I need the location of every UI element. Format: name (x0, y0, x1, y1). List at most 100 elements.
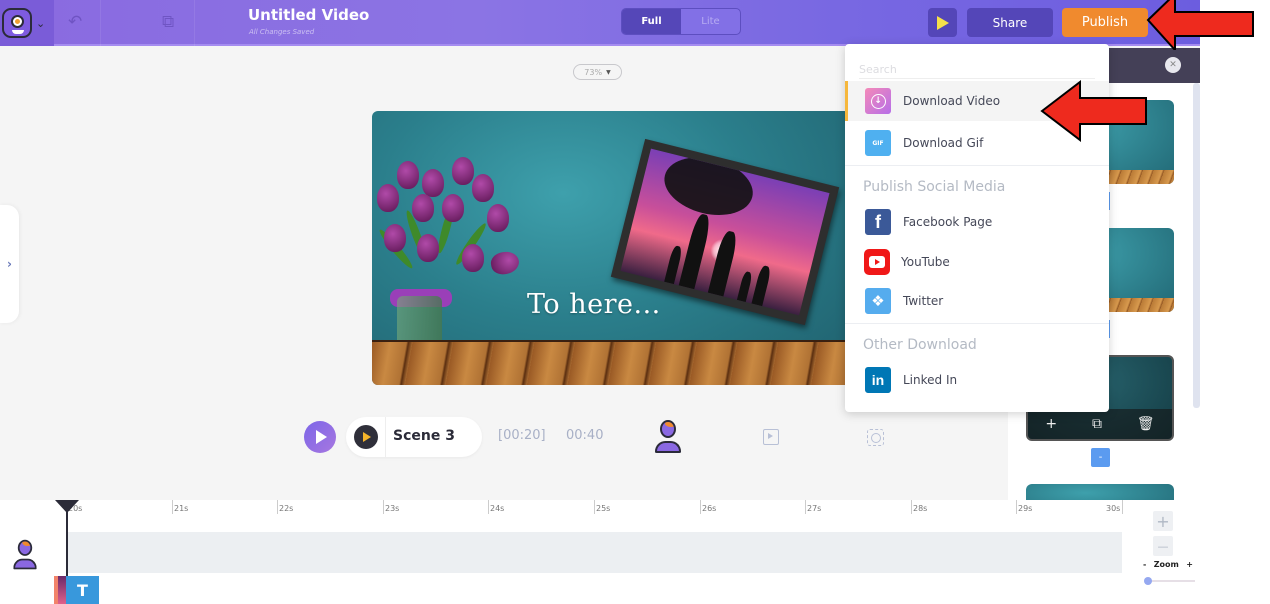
play-icon (316, 430, 327, 444)
left-panel-toggle[interactable]: › (0, 205, 19, 323)
menu-item-label: Linked In (903, 373, 958, 387)
add-scene-icon[interactable]: + (1045, 416, 1057, 432)
preview-play-button[interactable] (928, 8, 957, 37)
publish-search-input[interactable] (859, 61, 1095, 79)
timeline-zoom-label: - Zoom + (1143, 560, 1193, 569)
mode-lite-button[interactable]: Lite (681, 9, 740, 34)
ruler-tick (383, 500, 384, 514)
scene-time: [00:20] (498, 428, 546, 443)
ruler-tick (488, 500, 489, 514)
camera-focus-icon[interactable] (867, 429, 884, 446)
timeline-zoom-in-button[interactable]: + (1153, 511, 1173, 531)
app-root: ⌄ ↶ ⧉ Untitled Video All Changes Saved F… (0, 0, 1200, 604)
download-gif-icon: GIF (865, 130, 891, 156)
section-other-download: Other Download (863, 337, 977, 353)
ruler-tick-label: 25s (596, 504, 611, 513)
menu-item-label: Twitter (903, 294, 944, 308)
top-header: ⌄ ↶ ⧉ Untitled Video All Changes Saved F… (0, 0, 1200, 46)
annotation-arrow-publish (1146, 0, 1254, 50)
menu-divider (845, 165, 1109, 166)
menu-item-twitter[interactable]: ❖ Twitter (845, 281, 1109, 321)
close-icon[interactable]: ✕ (1165, 57, 1181, 73)
ruler-tick-label: 21s (174, 504, 189, 513)
total-time: 00:40 (566, 428, 604, 443)
menu-item-facebook[interactable]: f Facebook Page (845, 202, 1109, 242)
ruler-tick (594, 500, 595, 514)
canvas-zoom-select[interactable]: 73% ▼ (573, 64, 622, 80)
scene-canvas[interactable]: To here... (372, 111, 850, 385)
menu-item-youtube[interactable]: YouTube (845, 242, 1109, 282)
duplicate-icon[interactable]: ⧉ (162, 12, 174, 32)
header-divider (194, 0, 195, 46)
ruler-tick-label: 28s (913, 504, 928, 513)
add-transition-button[interactable]: - (1091, 448, 1110, 467)
annotation-arrow-download (1040, 80, 1147, 142)
ruler-tick-label: 29s (1018, 504, 1033, 513)
save-status: All Changes Saved (249, 28, 315, 36)
ruler-tick-label: 26s (702, 504, 717, 513)
wooden-floor (372, 340, 850, 385)
video-clip-icon[interactable] (763, 429, 779, 445)
play-all-button[interactable] (304, 421, 336, 453)
play-scene-button[interactable] (354, 425, 378, 449)
scene-selector[interactable]: Scene 3 (346, 417, 482, 457)
share-button[interactable]: Share (967, 8, 1053, 37)
character-icon[interactable] (654, 420, 682, 454)
download-video-icon: ↓ (865, 88, 891, 114)
facebook-icon: f (865, 209, 891, 235)
ruler-tick (172, 500, 173, 514)
zoom-minus-label: - (1143, 560, 1147, 569)
ruler-tick-label: 22s (279, 504, 294, 513)
divider (385, 417, 386, 457)
character-track-icon (12, 539, 37, 571)
ruler-tick (277, 500, 278, 514)
menu-item-label: Download Video (903, 94, 1001, 108)
ruler-tick-label: 27s (807, 504, 822, 513)
caret-down-icon: ▼ (606, 68, 611, 76)
header-divider (100, 0, 101, 46)
ruler-tick-label: 23s (385, 504, 400, 513)
undo-icon[interactable]: ↶ (68, 12, 82, 32)
delete-scene-icon[interactable]: 🗑 (1137, 416, 1155, 432)
menu-divider (845, 323, 1109, 324)
publish-button[interactable]: Publish (1062, 8, 1148, 37)
scene-panel-scrollbar[interactable] (1193, 83, 1200, 408)
playhead-handle[interactable] (55, 500, 79, 513)
chevron-down-icon: ⌄ (36, 16, 46, 30)
image-clip[interactable] (54, 576, 66, 604)
play-icon (363, 432, 371, 442)
zoom-plus-label: + (1186, 560, 1193, 569)
canvas-zoom-value: 73% (584, 67, 603, 77)
ruler-tick (911, 500, 912, 514)
ruler-tick (1122, 500, 1123, 514)
timeline-zoom-out-button[interactable]: — (1153, 536, 1173, 556)
ruler-tick-label: 30s (1106, 504, 1121, 513)
zoom-slider-handle[interactable] (1144, 577, 1152, 585)
stage-text[interactable]: To here... (527, 289, 661, 320)
tulip-bouquet-image[interactable] (372, 149, 522, 299)
chevron-right-icon: › (7, 257, 12, 271)
logo-menu-button[interactable]: ⌄ (0, 0, 54, 46)
logo-icon (2, 8, 32, 38)
ruler-tick-label: 24s (490, 504, 505, 513)
ruler-tick (700, 500, 701, 514)
section-publish-social: Publish Social Media (863, 179, 1006, 195)
menu-item-linkedin[interactable]: in Linked In (845, 360, 1109, 400)
youtube-icon (864, 249, 890, 275)
playhead-line[interactable] (66, 506, 68, 576)
menu-item-label: Download Gif (903, 136, 984, 150)
zoom-text: Zoom (1153, 560, 1179, 569)
twitter-icon: ❖ (865, 288, 891, 314)
timeline-zoom-slider[interactable] (1144, 577, 1195, 585)
duplicate-scene-icon[interactable]: ⧉ (1092, 416, 1102, 432)
character-track[interactable] (66, 532, 1122, 573)
project-title[interactable]: Untitled Video (248, 6, 369, 24)
mode-full-button[interactable]: Full (622, 9, 681, 34)
ruler-tick (1016, 500, 1017, 514)
menu-item-label: YouTube (901, 255, 950, 269)
play-icon (936, 15, 949, 30)
mode-toggle: Full Lite (621, 8, 741, 35)
text-clip[interactable]: T (66, 576, 99, 604)
linkedin-icon: in (865, 367, 891, 393)
timeline: 20s 21s 22s 23s 24s 25s 26s 27s 28s 29s 30s T + — … (0, 500, 1200, 604)
